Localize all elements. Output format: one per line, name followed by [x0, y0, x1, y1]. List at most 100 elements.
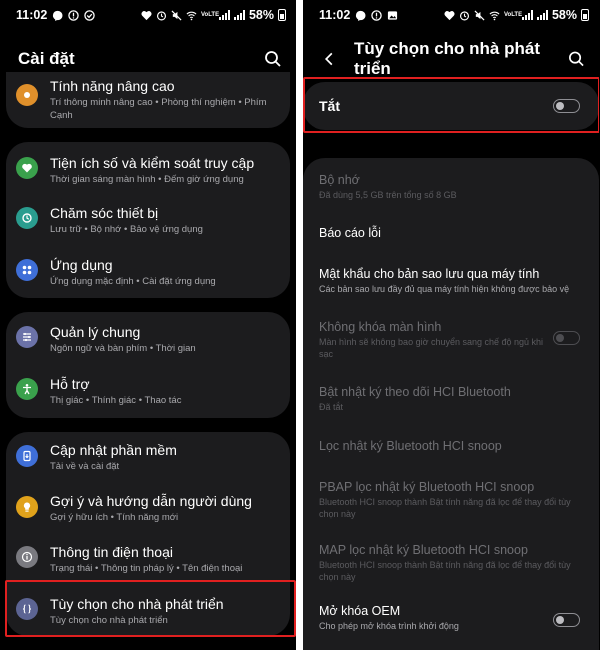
master-toggle-card[interactable]: Tắt — [303, 82, 599, 130]
check-circle-icon — [84, 9, 96, 21]
developer-options-icon — [16, 598, 38, 620]
option-title: Bật nhật ký theo dõi HCI Bluetooth — [319, 385, 511, 399]
settings-item-subtitle: Gợi ý hữu ích • Tính năng mới — [50, 512, 179, 523]
advanced-features-icon — [16, 84, 38, 106]
settings-item-subtitle: Trí thông minh nâng cao • Phòng thí nghi… — [50, 97, 267, 121]
option-stay-awake[interactable]: Không khóa màn hình Màn hình sẽ không ba… — [319, 319, 555, 360]
search-icon[interactable] — [568, 50, 585, 68]
settings-item-general-management[interactable]: Quản lý chung Ngôn ngữ và bàn phím • Thờ… — [6, 312, 290, 364]
settings-item-accessibility[interactable]: Hỗ trợ Thị giác • Thính giác • Thao tác — [6, 364, 290, 418]
messenger-icon — [53, 10, 63, 21]
settings-item-software-update[interactable]: Cập nhật phần mềm Tải về và cài đặt — [6, 432, 290, 482]
settings-item-title: Hỗ trợ — [50, 376, 90, 392]
apps-icon — [16, 259, 38, 281]
battery-icon — [581, 9, 589, 21]
advanced-features-card: Tính năng nâng cao Trí thông minh nâng c… — [6, 72, 290, 128]
volte-indicator: VoLTE — [503, 12, 523, 18]
settings-item-title: Gợi ý và hướng dẫn người dùng — [50, 493, 252, 509]
settings-card-3: Cập nhật phần mềm Tải về và cài đặt Gợi … — [6, 432, 290, 636]
status-time: 11:02 — [319, 8, 351, 22]
about-phone-icon — [16, 546, 38, 568]
battery-percent: 58% — [551, 8, 577, 22]
developer-options-screen: 11:02 VoLTE 58% Tùy chọn cho nhà phát tr… — [303, 0, 599, 650]
mute-icon — [474, 9, 485, 21]
wifi-icon — [489, 11, 500, 20]
settings-item-device-care[interactable]: Chăm sóc thiết bị Lưu trữ • Bộ nhớ • Bảo… — [6, 194, 290, 246]
option-backup-password[interactable]: Mật khẩu cho bản sao lưu qua máy tính Cá… — [319, 266, 583, 295]
settings-item-title: Tùy chọn cho nhà phát triển — [50, 596, 224, 612]
settings-item-title: Tiện ích số và kiểm soát truy cập — [50, 155, 255, 171]
master-toggle-label: Tắt — [319, 98, 340, 114]
settings-item-apps[interactable]: Ứng dụng Ứng dụng mặc định • Cài đặt ứng… — [6, 246, 290, 298]
option-subtitle: Đã tắt — [319, 402, 344, 412]
stay-awake-toggle[interactable] — [553, 331, 580, 345]
battery-icon — [278, 9, 286, 21]
option-title: Bộ nhớ — [319, 173, 360, 187]
status-bar: 11:02 VoLTE 58% — [303, 0, 599, 30]
back-arrow-icon[interactable] — [321, 50, 338, 68]
option-map-filter[interactable]: MAP lọc nhật ký Bluetooth HCI snoop Blue… — [319, 542, 573, 583]
settings-item-title: Cập nhật phần mềm — [50, 442, 177, 458]
option-subtitle: Các bản sao lưu đầy đủ qua máy tính hiện… — [319, 284, 570, 294]
option-memory[interactable]: Bộ nhớ Đã dùng 5,5 GB trên tổng số 8 GB — [319, 172, 583, 201]
signal-icon-2 — [536, 10, 548, 20]
alert-icon — [371, 9, 383, 21]
signal-icon — [521, 10, 533, 20]
signal-icon-2 — [233, 10, 245, 20]
option-subtitle: Màn hình sẽ không bao giờ chuyển sang ch… — [319, 337, 544, 359]
option-title: Mở khóa OEM — [319, 604, 401, 618]
settings-screen: 11:02 VoLTE 58% Cài đặt Tính năng nâng c… — [0, 0, 296, 650]
digital-wellbeing-icon — [16, 157, 38, 179]
settings-card-1: Tiện ích số và kiểm soát truy cập Thời g… — [6, 142, 290, 298]
option-bug-report[interactable]: Báo cáo lỗi — [319, 225, 583, 241]
alarm-icon — [156, 10, 167, 20]
option-oem-unlock[interactable]: Mở khóa OEM Cho phép mở khóa trình khởi … — [319, 603, 555, 632]
option-bluetooth-hci-log[interactable]: Bật nhật ký theo dõi HCI Bluetooth Đã tắ… — [319, 384, 583, 413]
settings-item-tips[interactable]: Gợi ý và hướng dẫn người dùng Gợi ý hữu … — [6, 482, 290, 534]
gallery-icon — [388, 10, 398, 20]
settings-item-title: Chăm sóc thiết bị — [50, 205, 159, 221]
heart-icon — [141, 10, 152, 20]
battery-percent: 58% — [248, 8, 274, 22]
status-time: 11:02 — [16, 8, 48, 22]
tips-icon — [16, 496, 38, 518]
screen-divider — [296, 0, 303, 650]
settings-item-digital-wellbeing[interactable]: Tiện ích số và kiểm soát truy cập Thời g… — [6, 142, 290, 194]
messenger-icon — [356, 10, 366, 21]
status-bar: 11:02 VoLTE 58% — [0, 0, 296, 30]
option-title: Lọc nhật ký Bluetooth HCI snoop — [319, 439, 502, 453]
page-title: Cài đặt — [18, 49, 75, 68]
option-subtitle: Bluetooth HCI snoop thành Bật tính năng … — [319, 497, 571, 519]
software-update-icon — [16, 445, 38, 467]
option-pbap-filter[interactable]: PBAP lọc nhật ký Bluetooth HCI snoop Blu… — [319, 479, 573, 520]
developer-options-list: Bộ nhớ Đã dùng 5,5 GB trên tổng số 8 GB … — [303, 158, 599, 650]
signal-icon — [218, 10, 230, 20]
settings-item-title: Tính năng nâng cao — [50, 78, 175, 94]
settings-item-subtitle: Lưu trữ • Bộ nhớ • Bảo vệ ứng dụng — [50, 224, 203, 235]
general-management-icon — [16, 326, 38, 348]
settings-item-subtitle: Tùy chọn cho nhà phát triển — [50, 615, 168, 626]
oem-unlock-toggle[interactable] — [553, 613, 580, 627]
option-subtitle: Bluetooth HCI snoop thành Bật tính năng … — [319, 560, 571, 582]
settings-card-2: Quản lý chung Ngôn ngữ và bàn phím • Thờ… — [6, 312, 290, 418]
settings-item-developer-options[interactable]: Tùy chọn cho nhà phát triển Tùy chọn cho… — [6, 584, 290, 636]
volte-indicator: VoLTE — [200, 12, 220, 18]
option-hci-snoop-filter[interactable]: Lọc nhật ký Bluetooth HCI snoop — [319, 438, 583, 454]
search-icon[interactable] — [264, 50, 282, 68]
settings-item-subtitle: Thị giác • Thính giác • Thao tác — [50, 395, 182, 406]
page-title: Tùy chọn cho nhà phát triển — [353, 39, 540, 78]
settings-item-title: Ứng dụng — [50, 257, 113, 273]
settings-item-subtitle: Ngôn ngữ và bàn phím • Thời gian — [50, 343, 196, 354]
device-care-icon — [16, 207, 38, 229]
settings-item-about-phone[interactable]: Thông tin điện thoại Trạng thái • Thông … — [6, 534, 290, 584]
settings-item-subtitle: Thời gian sáng màn hình • Đếm giờ ứng dụ… — [50, 174, 244, 185]
heart-icon — [444, 10, 455, 20]
accessibility-icon — [16, 378, 38, 400]
settings-item-advanced-features[interactable]: Tính năng nâng cao Trí thông minh nâng c… — [6, 72, 290, 128]
settings-item-subtitle: Tải về và cài đặt — [50, 461, 120, 472]
settings-item-subtitle: Ứng dụng mặc định • Cài đặt ứng dụng — [50, 276, 216, 287]
option-title: Không khóa màn hình — [319, 320, 442, 334]
master-toggle-switch[interactable] — [553, 99, 580, 113]
option-subtitle: Đã dùng 5,5 GB trên tổng số 8 GB — [319, 190, 457, 200]
alert-icon — [68, 9, 80, 21]
